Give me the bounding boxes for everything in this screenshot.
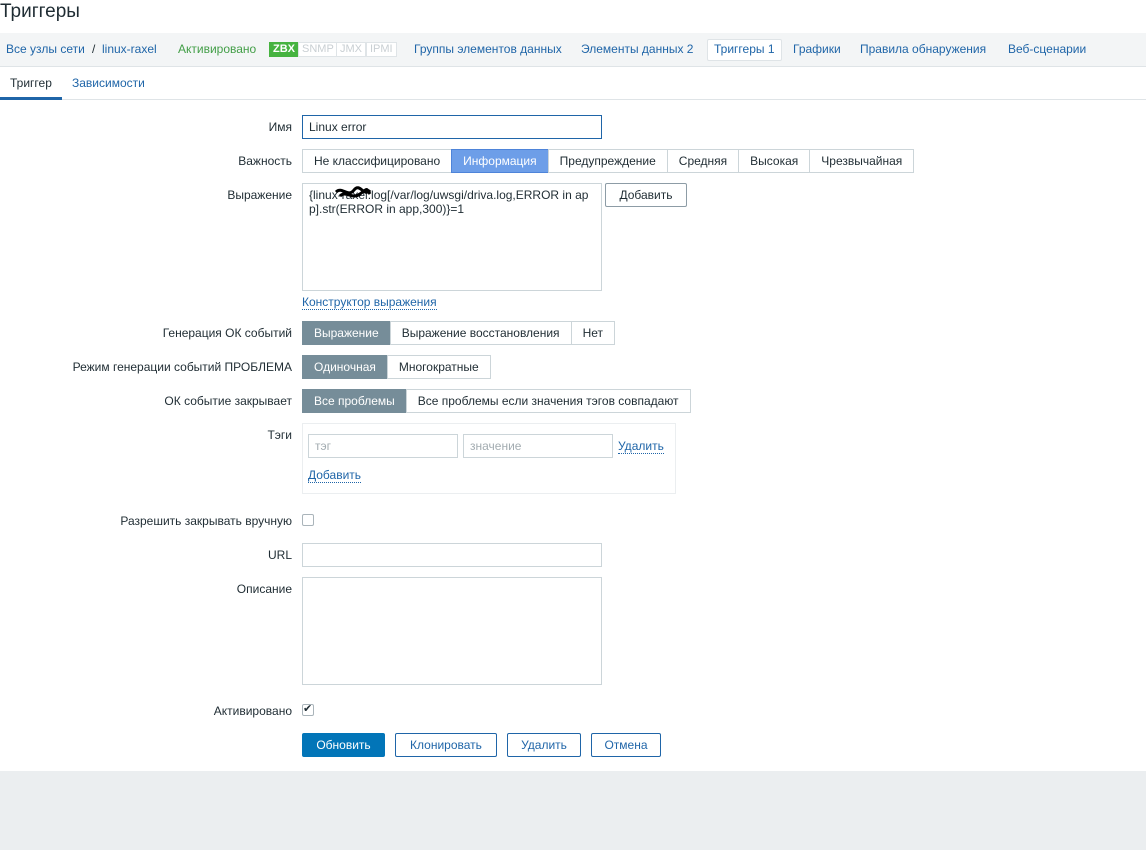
host-status[interactable]: Активировано bbox=[178, 42, 256, 56]
ok-gen-none[interactable]: Нет bbox=[570, 321, 615, 345]
zbx-badge: ZBX bbox=[269, 42, 299, 57]
severity-selector: Не классифицировано Информация Предупреж… bbox=[302, 149, 915, 173]
update-button[interactable]: Обновить bbox=[302, 733, 385, 757]
tag-value-input[interactable] bbox=[463, 434, 613, 458]
ok-closes-selector: Все проблемы Все проблемы если значения … bbox=[302, 389, 691, 413]
ok-gen-expression[interactable]: Выражение bbox=[302, 321, 391, 345]
enabled-checkbox[interactable]: ✔ bbox=[302, 703, 314, 716]
problem-mode-label: Режим генерации событий ПРОБЛЕМА bbox=[72, 360, 292, 374]
main-panel: Триггеры Все узлы сети / linux-raxel Акт… bbox=[0, 0, 1146, 771]
name-label: Имя bbox=[268, 120, 292, 134]
severity-disaster[interactable]: Чрезвычайная bbox=[809, 149, 915, 173]
redaction-scribble bbox=[334, 186, 372, 198]
tag-add-link[interactable]: Добавить bbox=[308, 469, 362, 483]
delete-button[interactable]: Удалить bbox=[507, 733, 581, 757]
page-title: Триггеры bbox=[0, 1, 80, 22]
active-tab-indicator bbox=[0, 97, 62, 100]
description-label: Описание bbox=[236, 582, 292, 596]
clone-button[interactable]: Клонировать bbox=[395, 733, 497, 757]
expression-label: Выражение bbox=[227, 188, 292, 202]
ok-closes-tag-match[interactable]: Все проблемы если значения тэгов совпада… bbox=[405, 389, 691, 413]
description-textarea[interactable] bbox=[302, 577, 602, 685]
nav-app-groups[interactable]: Группы элементов данных bbox=[414, 42, 562, 56]
problem-mode-selector: Одиночная Многократные bbox=[302, 355, 491, 379]
ok-generation-selector: Выражение Выражение восстановления Нет bbox=[302, 321, 615, 345]
ok-closes-label: ОК событие закрывает bbox=[164, 394, 292, 408]
manual-close-label: Разрешить закрывать вручную bbox=[120, 514, 292, 528]
manual-close-checkbox[interactable] bbox=[302, 514, 314, 526]
nav-web[interactable]: Веб-сценарии bbox=[1008, 42, 1086, 56]
severity-average[interactable]: Средняя bbox=[666, 149, 740, 173]
tag-remove-link[interactable]: Удалить bbox=[618, 440, 664, 454]
form-tabs: Триггер Зависимости bbox=[0, 68, 1146, 100]
enabled-label: Активировано bbox=[213, 704, 292, 718]
severity-information[interactable]: Информация bbox=[451, 149, 549, 173]
ok-generation-label: Генерация ОК событий bbox=[162, 326, 292, 340]
url-label: URL bbox=[267, 548, 292, 562]
checkmark-icon: ✔ bbox=[303, 703, 313, 715]
breadcrumb-host[interactable]: linux-raxel bbox=[102, 42, 157, 56]
severity-label: Важность bbox=[238, 154, 292, 168]
severity-high[interactable]: Высокая bbox=[738, 149, 811, 173]
url-input[interactable] bbox=[302, 543, 602, 567]
jmx-badge: JMX bbox=[336, 42, 366, 57]
problem-mode-multiple[interactable]: Многократные bbox=[386, 355, 491, 379]
nav-discovery[interactable]: Правила обнаружения bbox=[860, 42, 986, 56]
nav-triggers[interactable]: Триггеры 1 bbox=[707, 39, 782, 61]
ok-gen-recovery-expression[interactable]: Выражение восстановления bbox=[389, 321, 572, 345]
breadcrumb-all-hosts[interactable]: Все узлы сети bbox=[6, 42, 85, 56]
ipmi-badge: IPMI bbox=[366, 42, 397, 57]
snmp-badge: SNMP bbox=[298, 42, 338, 57]
expression-add-button[interactable]: Добавить bbox=[605, 183, 687, 207]
host-navigation: Все узлы сети / linux-raxel Активировано… bbox=[0, 33, 1146, 67]
tag-input[interactable] bbox=[308, 434, 458, 458]
tab-dependencies[interactable]: Зависимости bbox=[72, 76, 145, 90]
nav-items[interactable]: Элементы данных 2 bbox=[581, 42, 693, 56]
ok-closes-all[interactable]: Все проблемы bbox=[302, 389, 407, 413]
breadcrumb-separator: / bbox=[92, 42, 96, 56]
problem-mode-single[interactable]: Одиночная bbox=[302, 355, 388, 379]
nav-graphs[interactable]: Графики bbox=[793, 42, 841, 56]
severity-not-classified[interactable]: Не классифицировано bbox=[302, 149, 453, 173]
cancel-button[interactable]: Отмена bbox=[591, 733, 661, 757]
tags-label: Тэги bbox=[267, 428, 292, 442]
tab-trigger[interactable]: Триггер bbox=[10, 76, 52, 90]
severity-warning[interactable]: Предупреждение bbox=[547, 149, 668, 173]
name-input[interactable] bbox=[302, 115, 602, 139]
expression-constructor-link[interactable]: Конструктор выражения bbox=[302, 296, 437, 310]
